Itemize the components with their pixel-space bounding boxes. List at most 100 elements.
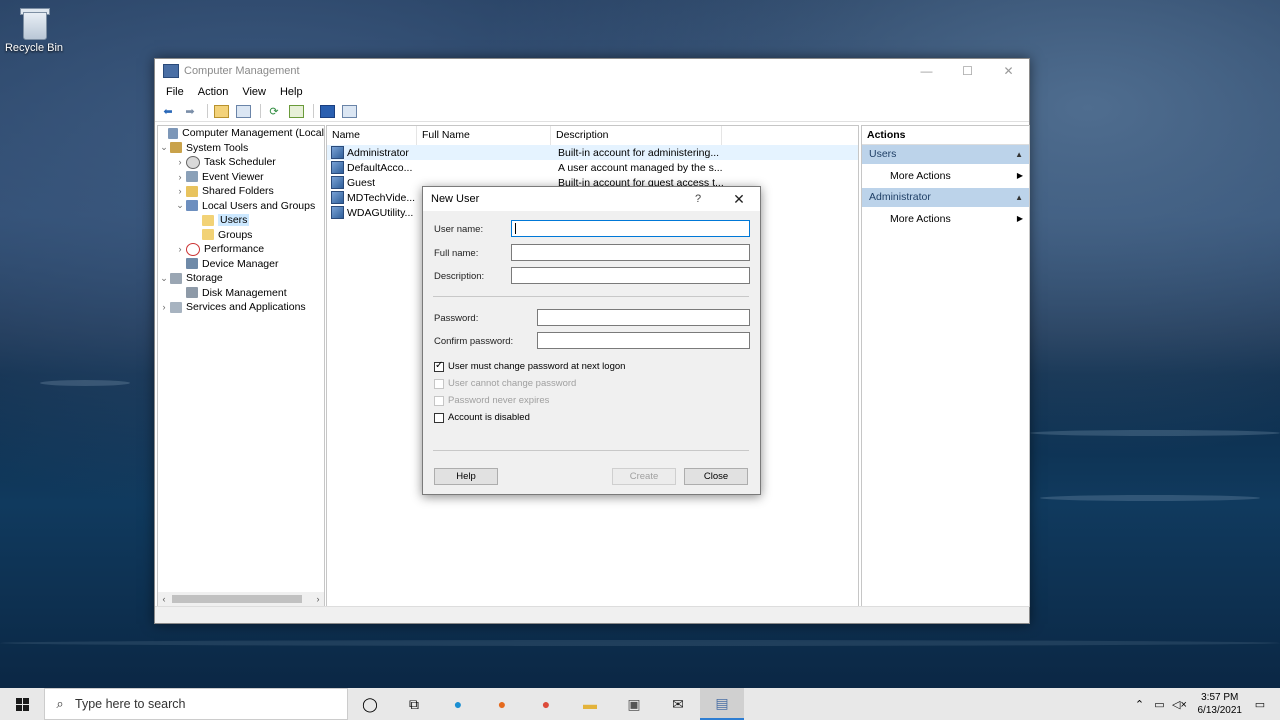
refresh-icon[interactable]: ⟳ (265, 103, 283, 119)
tree-item-users[interactable]: Users (158, 213, 324, 228)
chevron-down-icon[interactable]: ⌄ (158, 142, 170, 153)
minimize-button[interactable]: — (906, 59, 947, 83)
menu-bar: File Action View Help (155, 83, 1029, 101)
recycle-bin-label: Recycle Bin (4, 42, 64, 54)
column-header-description[interactable]: Description (551, 126, 722, 145)
mail-icon[interactable]: ✉ (656, 688, 700, 720)
tree-item-storage[interactable]: ⌄ Storage (158, 271, 324, 286)
recycle-bin[interactable]: Recycle Bin (4, 6, 64, 54)
collapse-up-icon[interactable]: ▲ (1015, 188, 1023, 207)
folder-icon (202, 214, 214, 226)
store-icon[interactable]: ▣ (612, 688, 656, 720)
tree-item-shared-folders[interactable]: › Shared Folders (158, 184, 324, 199)
chevron-up-icon[interactable]: ⌃ (1130, 698, 1150, 711)
help-button[interactable]: Help (434, 468, 498, 485)
user-icon (331, 161, 344, 174)
help-question-icon[interactable]: ? (678, 193, 718, 205)
account-disabled-checkbox-row[interactable]: Account is disabled (434, 412, 530, 423)
chevron-right-icon[interactable]: › (158, 302, 170, 312)
scroll-left-icon[interactable]: ‹ (158, 594, 170, 604)
clock[interactable]: 3:57 PM 6/13/2021 (1198, 691, 1243, 717)
must-change-password-checkbox-row[interactable]: User must change password at next logon (434, 360, 625, 372)
chevron-down-icon[interactable]: ⌄ (158, 273, 170, 284)
description-label: Description: (434, 271, 485, 282)
confirm-password-field[interactable] (537, 332, 750, 349)
device-manager-icon (186, 258, 198, 270)
close-dialog-button[interactable]: Close (684, 468, 748, 485)
help-icon[interactable] (318, 103, 336, 119)
services-icon (170, 301, 182, 313)
collapse-up-icon[interactable]: ▲ (1015, 145, 1023, 164)
show-hide-tree-icon[interactable] (234, 103, 252, 119)
menu-action[interactable]: Action (191, 86, 236, 98)
tree-item-services-and-applications[interactable]: › Services and Applications (158, 300, 324, 315)
file-explorer-icon[interactable]: ▬ (568, 688, 612, 720)
more-actions-administrator[interactable]: More Actions ▶ (862, 207, 1029, 231)
start-button[interactable] (0, 688, 44, 720)
network-icon[interactable]: ▭ (1150, 698, 1170, 711)
tree-item-local-users-and-groups[interactable]: ⌄ Local Users and Groups (158, 199, 324, 214)
task-view-icon[interactable]: ⧉ (392, 688, 436, 720)
password-field[interactable] (537, 309, 750, 326)
must-change-password-checkbox[interactable] (434, 360, 444, 372)
column-header-full-name[interactable]: Full Name (417, 126, 551, 145)
dialog-title: New User (431, 193, 480, 205)
notifications-icon[interactable]: ▭ (1250, 698, 1270, 711)
actions-section-users[interactable]: Users ▲ (862, 145, 1029, 164)
chevron-right-icon[interactable]: › (174, 157, 186, 167)
tree-item-device-manager[interactable]: Device Manager (158, 257, 324, 272)
user-icon (331, 176, 344, 189)
chevron-right-icon[interactable]: › (174, 172, 186, 182)
taskbar-search-box[interactable]: ⌕ Type here to search (44, 688, 348, 720)
description-field[interactable] (511, 267, 750, 284)
chevron-down-icon[interactable]: ⌄ (174, 200, 186, 211)
tree-item-event-viewer[interactable]: › Event Viewer (158, 170, 324, 185)
cortana-icon[interactable]: ◯ (348, 688, 392, 720)
back-arrow-icon[interactable]: ⬅ (159, 103, 177, 119)
chevron-right-icon[interactable]: › (174, 244, 186, 254)
tree-item-computer-management[interactable]: Computer Management (Local (158, 126, 324, 141)
chrome-icon[interactable]: ● (524, 688, 568, 720)
date: 6/13/2021 (1197, 705, 1243, 716)
tree-item-disk-management[interactable]: Disk Management (158, 286, 324, 301)
username-label: User name: (434, 224, 484, 235)
text-cursor (515, 223, 516, 234)
computer-management-taskbar-icon[interactable]: ▤ (700, 688, 744, 720)
list-item[interactable]: DefaultAcco... A user account managed by… (327, 160, 858, 175)
clock-icon (186, 155, 200, 169)
cannot-change-password-checkbox (434, 378, 444, 389)
tree-item-performance[interactable]: › Performance (158, 242, 324, 257)
up-folder-icon[interactable] (212, 103, 230, 119)
close-button[interactable]: ✕ (988, 59, 1029, 83)
tree-item-system-tools[interactable]: ⌄ System Tools (158, 141, 324, 156)
menu-view[interactable]: View (235, 86, 273, 98)
scroll-right-icon[interactable]: › (312, 594, 324, 604)
event-viewer-icon (186, 171, 198, 183)
actions-section-administrator[interactable]: Administrator ▲ (862, 188, 1029, 207)
firefox-icon[interactable]: ● (480, 688, 524, 720)
password-never-expires-checkbox-row: Password never expires (434, 395, 549, 406)
account-disabled-checkbox[interactable] (434, 412, 444, 423)
edge-icon[interactable]: ● (436, 688, 480, 720)
menu-file[interactable]: File (159, 86, 191, 98)
fullname-field[interactable] (511, 244, 750, 261)
volume-icon[interactable]: ◁× (1170, 698, 1190, 711)
export-list-icon[interactable] (287, 103, 305, 119)
chevron-right-icon[interactable]: › (174, 186, 186, 196)
more-actions-users[interactable]: More Actions ▶ (862, 164, 1029, 188)
dialog-close-icon[interactable]: ✕ (718, 191, 760, 208)
properties-icon[interactable] (340, 103, 358, 119)
tree-horizontal-scrollbar[interactable]: ‹ › (158, 592, 324, 606)
tree-item-task-scheduler[interactable]: › Task Scheduler (158, 155, 324, 170)
user-icon (331, 191, 344, 204)
forward-arrow-icon[interactable]: ➡ (181, 103, 199, 119)
menu-help[interactable]: Help (273, 86, 310, 98)
maximize-button[interactable]: ☐ (947, 59, 988, 83)
column-header-name[interactable]: Name (327, 126, 417, 145)
scrollbar-thumb[interactable] (172, 595, 302, 603)
create-button: Create (612, 468, 676, 485)
list-item[interactable]: Administrator Built-in account for admin… (327, 145, 858, 160)
username-field[interactable] (511, 220, 750, 237)
tree-item-groups[interactable]: Groups (158, 228, 324, 243)
actions-pane: Actions Users ▲ More Actions ▶ Administr… (861, 125, 1030, 607)
